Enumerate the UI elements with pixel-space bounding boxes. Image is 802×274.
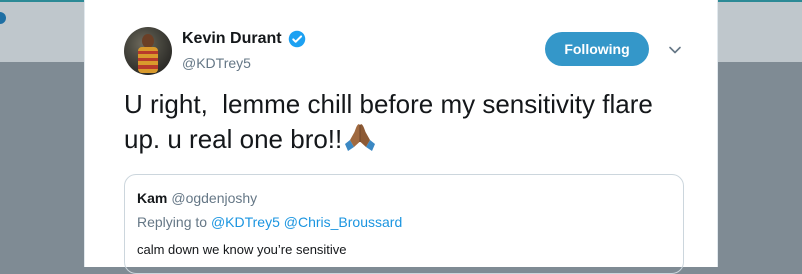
author-display-name[interactable]: Kevin Durant — [182, 30, 282, 48]
author-handle[interactable]: @KDTrey5 — [182, 55, 251, 71]
background-overlay — [718, 62, 802, 267]
replying-to-label: Replying to — [137, 214, 208, 230]
tweet-text: U right, lemme chill before my sensitivi… — [124, 88, 684, 155]
tweet-text-content: U right, lemme chill before my sensitivi… — [124, 89, 661, 154]
quoted-author-name: Kam — [137, 190, 168, 206]
avatar[interactable] — [124, 27, 172, 75]
quoted-tweet-text: calm down we know you’re sensitive — [137, 242, 347, 257]
following-button[interactable]: Following — [545, 32, 649, 66]
reply-mention-chris-broussard[interactable]: @Chris_Broussard — [284, 214, 402, 230]
replying-to-row: Replying to @KDTrey5 @Chris_Broussard — [137, 214, 402, 230]
author-name-row: Kevin Durant — [182, 30, 306, 48]
avatar-head — [142, 34, 154, 48]
folded-hands-icon — [345, 124, 376, 151]
avatar-shirt — [138, 47, 158, 73]
quoted-author-handle: @ogdenjoshy — [171, 190, 258, 206]
quoted-author-row: Kam @ogdenjoshy — [137, 190, 257, 206]
reply-mention-kdtrey5[interactable]: @KDTrey5 — [211, 214, 280, 230]
quoted-tweet-card[interactable]: Kam @ogdenjoshy Replying to @KDTrey5 @Chr… — [124, 174, 684, 274]
chevron-down-icon[interactable] — [668, 43, 682, 57]
verified-badge-icon — [288, 30, 305, 48]
tweet-card: Kevin Durant @KDTrey5 Following U right,… — [84, 0, 718, 274]
